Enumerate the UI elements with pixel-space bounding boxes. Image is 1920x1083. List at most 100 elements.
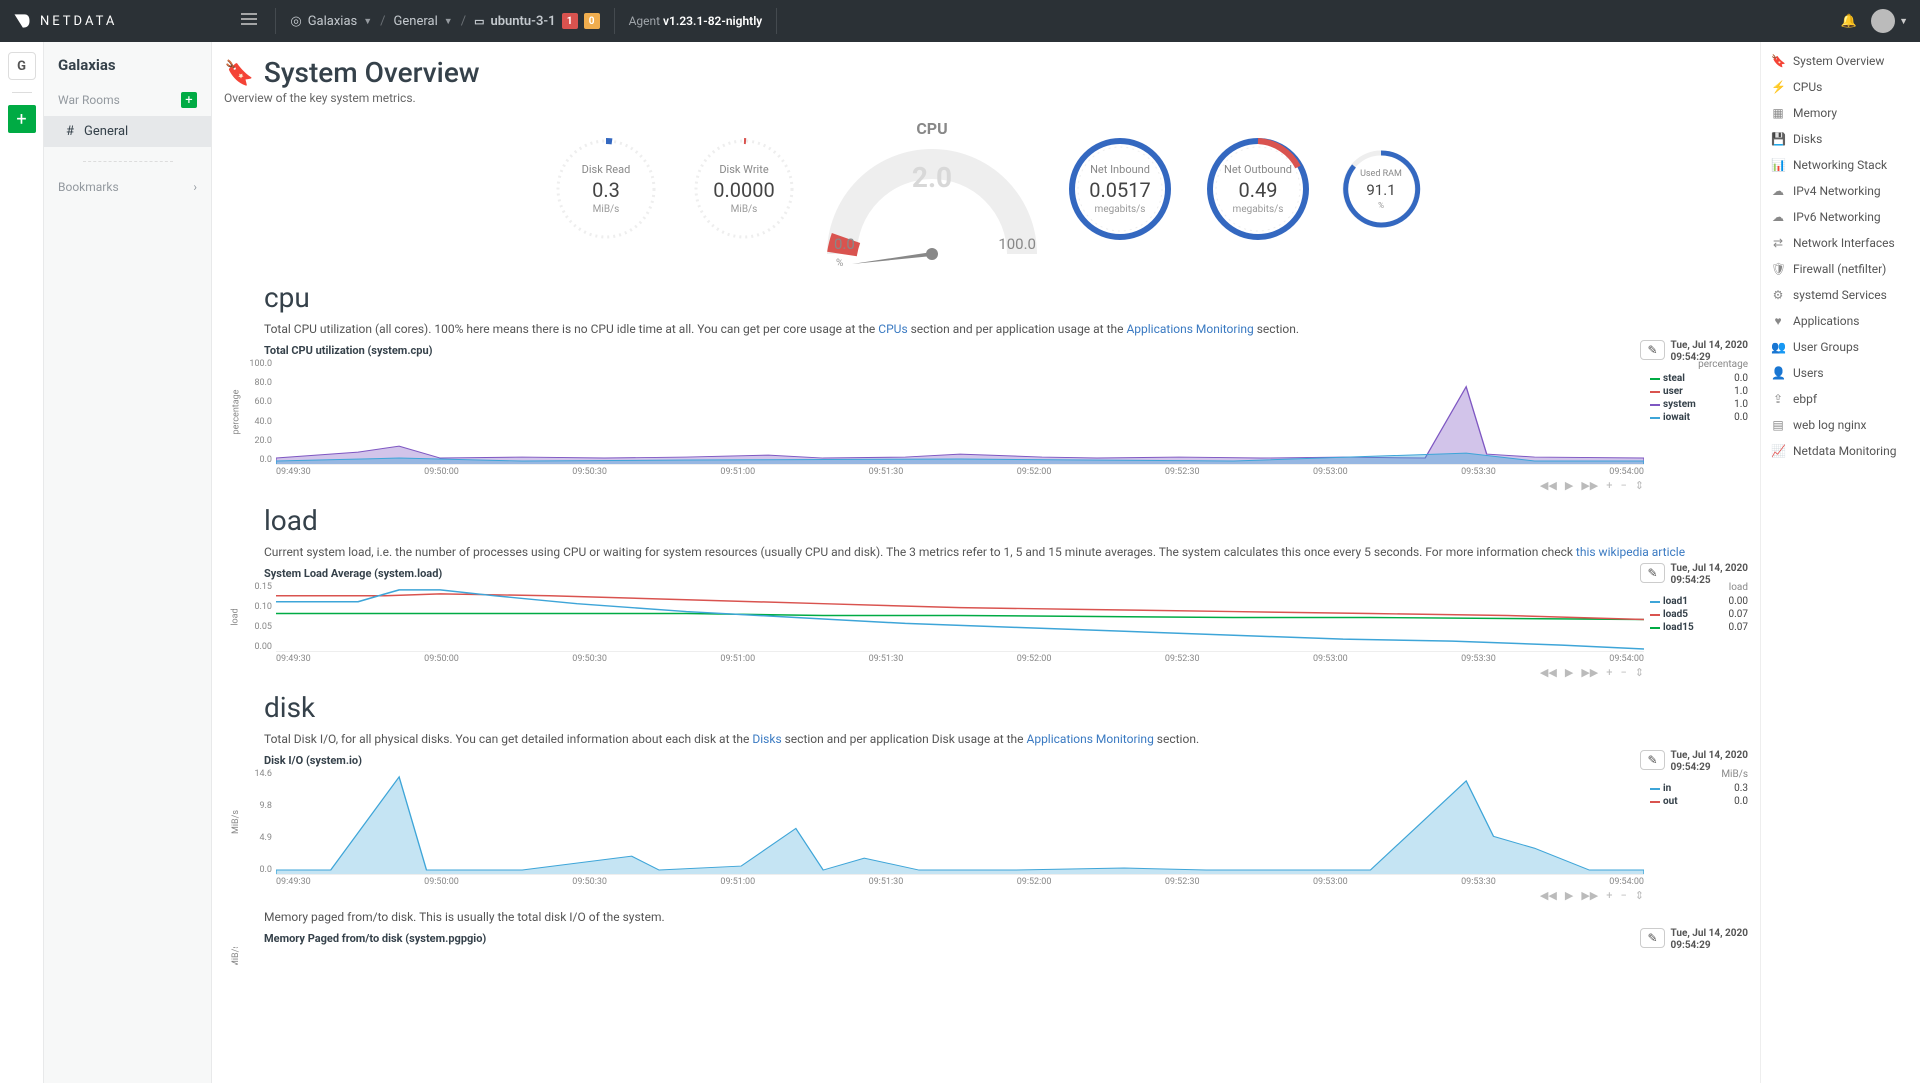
nav-item[interactable]: ▤web log nginx (1761, 412, 1920, 438)
topbar: NETDATA ◎ Galaxias ▼ / General ▼ / ▭ ubu… (0, 0, 1920, 42)
add-space-button[interactable]: + (8, 105, 36, 133)
sidebar-room-general[interactable]: # General (44, 116, 211, 147)
nav-icon: ♥ (1771, 314, 1785, 328)
chart-info-button[interactable]: ✎ (1640, 750, 1664, 770)
chart-system-io: Disk I/O (system.io) ✎ Tue, Jul 14, 2020… (224, 754, 1748, 902)
avatar (1871, 9, 1895, 33)
nav-icon: 👤 (1771, 366, 1785, 380)
nav-item[interactable]: 📊Networking Stack (1761, 152, 1920, 178)
nav-item[interactable]: 👤Users (1761, 360, 1920, 386)
user-menu[interactable]: ▼ (1871, 9, 1908, 33)
gauge-cpu[interactable]: CPU 2.0 0.0 100.0 % (822, 119, 1042, 259)
wikipedia-link[interactable]: this wikipedia article (1576, 545, 1685, 559)
bell-icon[interactable]: 🔔 (1841, 14, 1857, 29)
section-nav: 🔖System Overview⚡CPUs▦Memory💾Disks📊Netwo… (1760, 42, 1920, 1083)
nav-icon: ⚡ (1771, 80, 1785, 94)
plot-area[interactable] (276, 769, 1644, 875)
section-heading: disk (264, 691, 1748, 724)
legend-row[interactable]: in0.3 (1650, 782, 1748, 795)
gauge-disk-read[interactable]: Disk Read 0.3 MiB/s (546, 129, 666, 249)
host-crumb[interactable]: ▭ ubuntu-3-1 1 0 (474, 13, 600, 29)
alert-badge-critical: 1 (562, 13, 578, 29)
mem-desc: Memory paged from/to disk. This is usual… (264, 908, 1748, 926)
legend-row[interactable]: system1.0 (1650, 398, 1748, 411)
space-tile[interactable]: G (8, 52, 36, 80)
brand-text: NETDATA (40, 14, 117, 29)
space-crumb[interactable]: ◎ Galaxias ▼ (290, 14, 372, 29)
section-cpu: cpu Total CPU utilization (all cores). 1… (224, 281, 1748, 492)
space-strip: G + (0, 42, 44, 1083)
separator (275, 8, 276, 34)
forward-icon[interactable]: ▶▶ (1581, 479, 1598, 492)
chevron-down-icon: ▼ (363, 16, 372, 27)
legend-row[interactable]: load150.07 (1650, 621, 1748, 634)
nav-icon: ☁ (1771, 210, 1785, 224)
nav-item[interactable]: ⇄Network Interfaces (1761, 230, 1920, 256)
nav-icon: 🔖 (1771, 54, 1785, 68)
zoom-out-icon[interactable]: − (1620, 479, 1626, 492)
legend-row[interactable]: out0.0 (1650, 795, 1748, 808)
cpus-link[interactable]: CPUs (878, 322, 907, 336)
netdata-logo[interactable]: NETDATA (12, 11, 117, 31)
nav-item[interactable]: 💾Disks (1761, 126, 1920, 152)
nav-icon: ⚙ (1771, 288, 1785, 302)
main: 🔖 System Overview Overview of the key sy… (212, 42, 1760, 1011)
nav-item[interactable]: ⚙systemd Services (1761, 282, 1920, 308)
nav-icon: ▤ (1771, 418, 1785, 432)
apps-link[interactable]: Applications Monitoring (1126, 322, 1253, 336)
nav-icon: 💾 (1771, 132, 1785, 146)
play-icon[interactable]: ▶ (1565, 479, 1573, 492)
section-desc: Current system load, i.e. the number of … (264, 543, 1748, 561)
page-subtitle: Overview of the key system metrics. (224, 91, 1748, 105)
gauge-net-inbound[interactable]: Net Inbound 0.0517 megabits/s (1060, 129, 1180, 249)
add-room-button[interactable]: + (181, 92, 197, 108)
gauge-row: Disk Read 0.3 MiB/s Disk Write 0.0000 Mi… (224, 119, 1748, 259)
nav-icon: 📈 (1771, 444, 1785, 458)
nav-item[interactable]: ⚡CPUs (1761, 74, 1920, 100)
nav-item[interactable]: 👥User Groups (1761, 334, 1920, 360)
rewind-icon[interactable]: ◀◀ (1540, 479, 1557, 492)
chart-controls: ◀◀▶▶▶+−⇕ (224, 479, 1644, 492)
legend-row[interactable]: steal0.0 (1650, 372, 1748, 385)
nav-item[interactable]: ☁IPv4 Networking (1761, 178, 1920, 204)
bookmark-icon[interactable]: 🔖 (224, 59, 254, 87)
hamburger-icon[interactable] (237, 9, 261, 33)
page-title: System Overview (264, 56, 480, 89)
chart-info-button[interactable]: ✎ (1640, 563, 1664, 583)
nav-item[interactable]: 🛡Firewall (netfilter) (1761, 256, 1920, 282)
nav-item[interactable]: ♥Applications (1761, 308, 1920, 334)
chevron-down-icon: ▼ (1899, 16, 1908, 27)
legend-row[interactable]: iowait0.0 (1650, 411, 1748, 424)
nav-item[interactable]: ☁IPv6 Networking (1761, 204, 1920, 230)
agent-version: Agent v1.23.1-82-nightly (629, 14, 763, 28)
chevron-down-icon: ▼ (444, 16, 453, 27)
legend-row[interactable]: load10.00 (1650, 595, 1748, 608)
chart-info-button[interactable]: ✎ (1640, 928, 1664, 948)
nav-item[interactable]: ⇪ebpf (1761, 386, 1920, 412)
zoom-in-icon[interactable]: + (1606, 479, 1612, 492)
gauge-disk-write[interactable]: Disk Write 0.0000 MiB/s (684, 129, 804, 249)
apps-link[interactable]: Applications Monitoring (1027, 732, 1154, 746)
plot-area[interactable] (276, 359, 1644, 465)
plot-area[interactable] (276, 582, 1644, 652)
chart-info-button[interactable]: ✎ (1640, 340, 1664, 360)
legend-row[interactable]: load50.07 (1650, 608, 1748, 621)
alert-badge-warning: 0 (584, 13, 600, 29)
gauge-net-outbound[interactable]: Net Outbound 0.49 megabits/s (1198, 129, 1318, 249)
section-heading: load (264, 504, 1748, 537)
netdata-icon (12, 11, 32, 31)
nav-icon: 👥 (1771, 340, 1785, 354)
separator (776, 8, 777, 34)
disks-link[interactable]: Disks (752, 732, 781, 746)
nav-item[interactable]: 🔖System Overview (1761, 48, 1920, 74)
nav-item[interactable]: 📈Netdata Monitoring (1761, 438, 1920, 464)
chart-system-load: System Load Average (system.load) ✎ Tue,… (224, 567, 1748, 679)
gauge-used-ram[interactable]: Used RAM 91.1 % (1336, 144, 1426, 234)
resize-icon[interactable]: ⇕ (1635, 479, 1644, 492)
legend-row[interactable]: user1.0 (1650, 385, 1748, 398)
sidebar-bookmarks[interactable]: Bookmarks › (44, 176, 211, 198)
chart-system-pgpgio: Memory Paged from/to disk (system.pgpgio… (224, 932, 1748, 965)
room-crumb[interactable]: General ▼ (394, 14, 453, 29)
section-disk: disk Total Disk I/O, for all physical di… (224, 691, 1748, 965)
nav-item[interactable]: ▦Memory (1761, 100, 1920, 126)
